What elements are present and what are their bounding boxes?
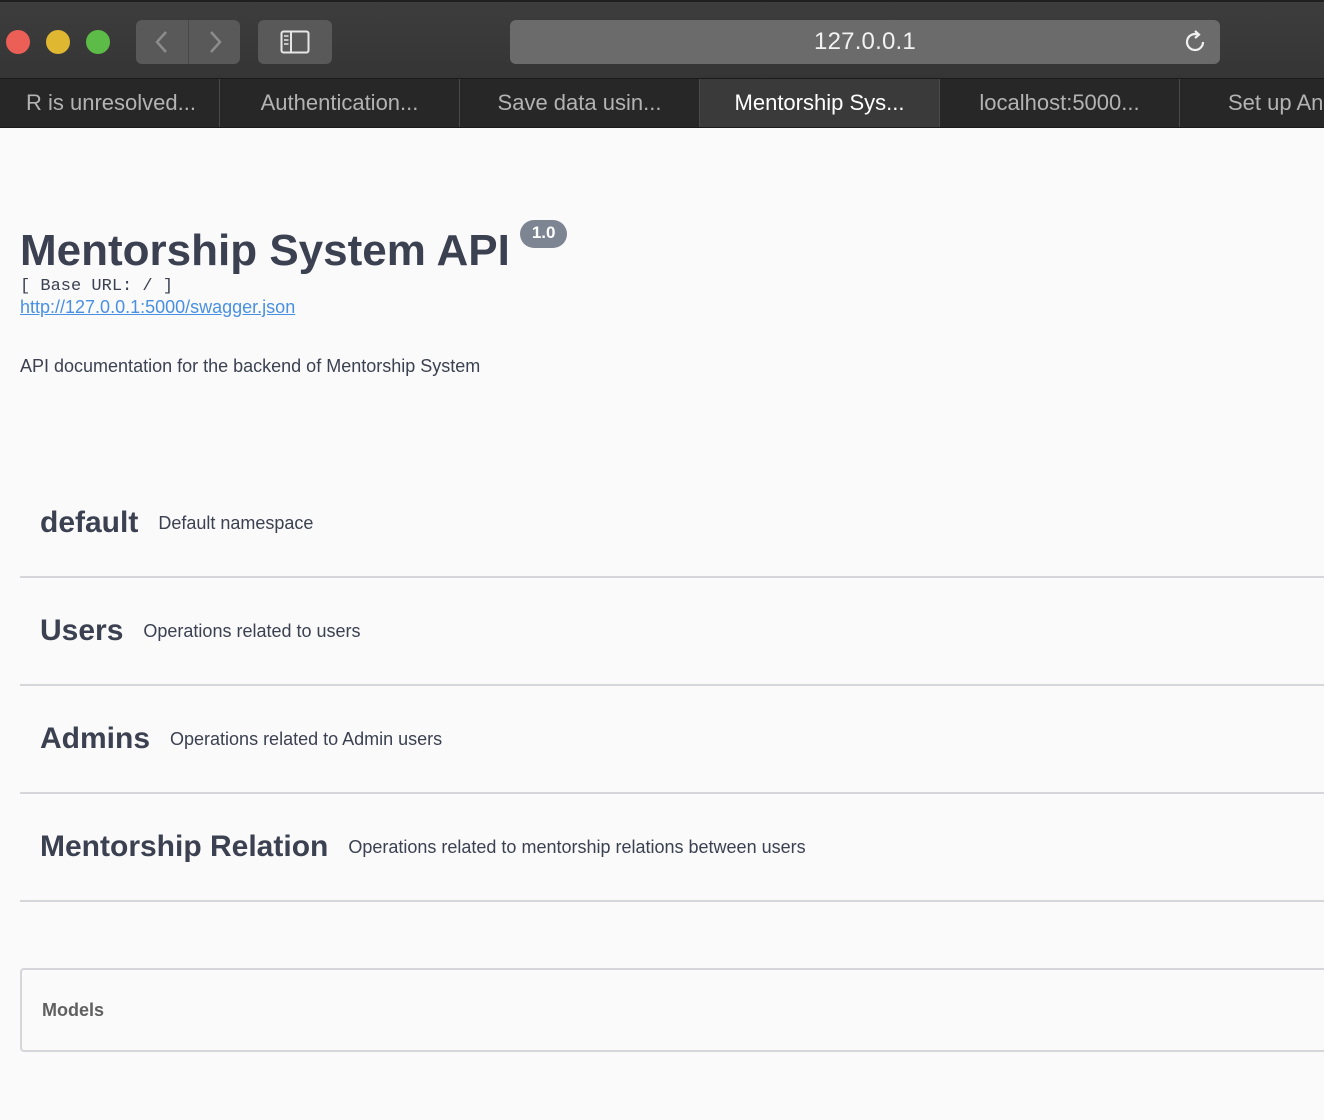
section-title: Admins [40,722,151,755]
tab-set-up[interactable]: Set up An [1180,79,1324,127]
tab-save-data[interactable]: Save data usin... [460,79,700,127]
section-mentorship-relation[interactable]: Mentorship Relation Operations related t… [20,794,1324,902]
address-bar[interactable]: 127.0.0.1 [510,20,1220,64]
version-badge: 1.0 [519,220,568,248]
close-window-button[interactable] [6,30,30,54]
tab-mentorship-system[interactable]: Mentorship Sys... [700,79,940,127]
tab-r-unresolved[interactable]: R is unresolved... [0,79,220,127]
section-title: Users [40,614,124,647]
minimize-window-button[interactable] [46,30,70,54]
models-label: Models [42,999,105,1020]
forward-button[interactable] [188,20,240,64]
api-title: Mentorship System API [20,226,510,275]
base-url: [ Base URL: / ] [20,277,174,296]
section-description: Operations related to mentorship relatio… [348,836,806,857]
section-title: default [40,506,139,539]
section-admins[interactable]: Admins Operations related to Admin users [20,686,1324,794]
section-title: Mentorship Relation [40,830,329,863]
maximize-window-button[interactable] [86,30,110,54]
swagger-json-link[interactable]: http://127.0.0.1:5000/swagger.json [20,297,295,318]
section-default[interactable]: default Default namespace [20,470,1324,578]
models-section[interactable]: Models [20,968,1324,1052]
tab-localhost[interactable]: localhost:5000... [940,79,1180,127]
sidebar-icon [280,30,310,54]
sidebar-toggle-button[interactable] [258,20,332,64]
tab-bar: R is unresolved... Authentication... Sav… [0,78,1324,128]
browser-toolbar: 127.0.0.1 [0,0,1324,78]
chevron-left-icon [155,31,167,53]
section-description: Operations related to Admin users [170,728,443,749]
section-description: Operations related to users [143,620,361,641]
chevron-right-icon [209,31,222,53]
section-description: Default namespace [158,512,314,533]
section-users[interactable]: Users Operations related to users [20,578,1324,686]
api-title-row: Mentorship System API 1.0 [20,220,568,278]
reload-icon[interactable] [1182,29,1208,55]
api-description: API documentation for the backend of Men… [20,356,481,376]
back-button[interactable] [136,20,188,64]
tab-authentication[interactable]: Authentication... [220,79,460,127]
swagger-page: Mentorship System API 1.0 [ Base URL: / … [0,128,1324,1120]
address-text: 127.0.0.1 [814,28,916,55]
